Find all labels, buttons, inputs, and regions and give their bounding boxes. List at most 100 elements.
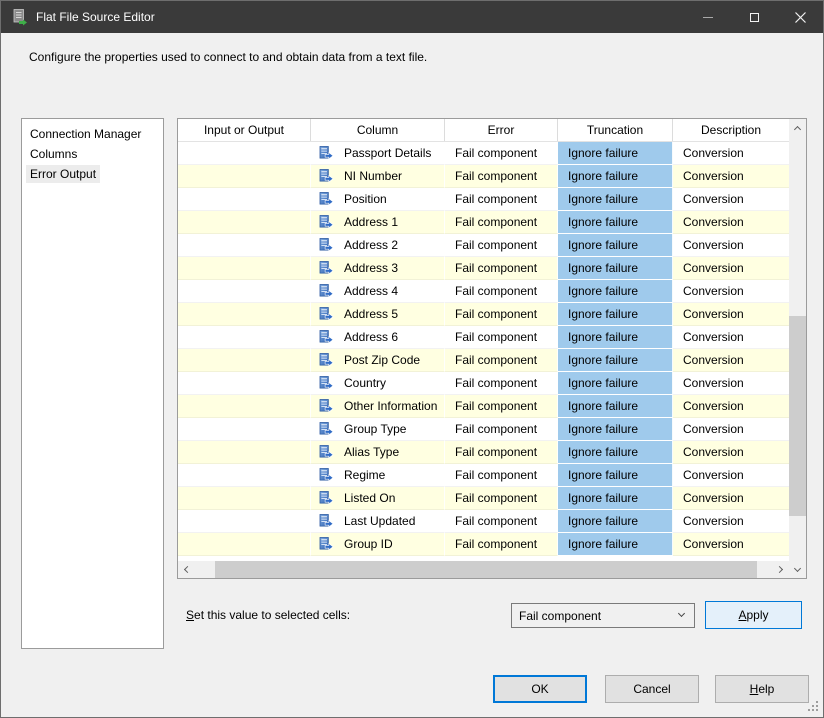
cell-error[interactable]: Fail component	[445, 142, 558, 165]
cell-truncation-selected[interactable]: Ignore failure	[558, 257, 673, 280]
cell-error[interactable]: Fail component	[445, 372, 558, 395]
cell-column[interactable]: Address 3	[311, 257, 445, 280]
scroll-left-button[interactable]	[178, 561, 195, 578]
cell-input-output[interactable]	[178, 464, 311, 487]
cell-description[interactable]: Conversion	[673, 533, 789, 556]
cell-truncation-selected[interactable]: Ignore failure	[558, 441, 673, 464]
cell-input-output[interactable]	[178, 326, 311, 349]
cell-truncation-selected[interactable]: Ignore failure	[558, 395, 673, 418]
cancel-button[interactable]: Cancel	[605, 675, 699, 703]
minimize-button[interactable]	[685, 1, 731, 33]
cell-column[interactable]: Group ID	[311, 533, 445, 556]
cell-description[interactable]: Conversion	[673, 464, 789, 487]
cell-column[interactable]: Address 5	[311, 303, 445, 326]
header-input-or-output[interactable]: Input or Output	[178, 119, 311, 141]
cell-truncation-selected[interactable]: Ignore failure	[558, 234, 673, 257]
cell-column[interactable]: Post Zip Code	[311, 349, 445, 372]
cell-truncation-selected[interactable]: Ignore failure	[558, 211, 673, 234]
cell-error[interactable]: Fail component	[445, 441, 558, 464]
cell-description[interactable]: Conversion	[673, 441, 789, 464]
cell-description[interactable]: Conversion	[673, 303, 789, 326]
cell-input-output[interactable]	[178, 487, 311, 510]
cell-truncation-selected[interactable]: Ignore failure	[558, 533, 673, 556]
cell-column[interactable]: Regime	[311, 464, 445, 487]
cell-column[interactable]: Country	[311, 372, 445, 395]
apply-button[interactable]: Apply	[705, 601, 802, 629]
cell-input-output[interactable]	[178, 280, 311, 303]
cell-error[interactable]: Fail component	[445, 395, 558, 418]
cell-input-output[interactable]	[178, 257, 311, 280]
vertical-scrollbar-thumb[interactable]	[789, 316, 806, 516]
cell-truncation-selected[interactable]: Ignore failure	[558, 303, 673, 326]
cell-input-output[interactable]	[178, 165, 311, 188]
cell-input-output[interactable]	[178, 372, 311, 395]
cell-column[interactable]: Address 1	[311, 211, 445, 234]
cell-description[interactable]: Conversion	[673, 188, 789, 211]
cell-truncation-selected[interactable]: Ignore failure	[558, 372, 673, 395]
cell-truncation-selected[interactable]: Ignore failure	[558, 464, 673, 487]
cell-truncation-selected[interactable]: Ignore failure	[558, 418, 673, 441]
cell-input-output[interactable]	[178, 395, 311, 418]
cell-description[interactable]: Conversion	[673, 372, 789, 395]
cell-description[interactable]: Conversion	[673, 349, 789, 372]
cell-column[interactable]: Address 4	[311, 280, 445, 303]
cell-error[interactable]: Fail component	[445, 464, 558, 487]
cell-column[interactable]: Alias Type	[311, 441, 445, 464]
cell-truncation-selected[interactable]: Ignore failure	[558, 188, 673, 211]
cell-error[interactable]: Fail component	[445, 326, 558, 349]
cell-truncation-selected[interactable]: Ignore failure	[558, 510, 673, 533]
cell-description[interactable]: Conversion	[673, 510, 789, 533]
cell-column[interactable]: Group Type	[311, 418, 445, 441]
cell-truncation-selected[interactable]: Ignore failure	[558, 165, 673, 188]
cell-column[interactable]: Address 2	[311, 234, 445, 257]
cell-input-output[interactable]	[178, 441, 311, 464]
cell-description[interactable]: Conversion	[673, 418, 789, 441]
cell-error[interactable]: Fail component	[445, 188, 558, 211]
cell-description[interactable]: Conversion	[673, 234, 789, 257]
cell-input-output[interactable]	[178, 234, 311, 257]
cell-description[interactable]: Conversion	[673, 487, 789, 510]
close-button[interactable]	[777, 1, 823, 33]
resize-grip-icon[interactable]	[808, 701, 818, 711]
cell-truncation-selected[interactable]: Ignore failure	[558, 142, 673, 165]
cell-column[interactable]: Address 6	[311, 326, 445, 349]
vertical-scrollbar[interactable]	[789, 119, 806, 578]
cell-error[interactable]: Fail component	[445, 533, 558, 556]
cell-error[interactable]: Fail component	[445, 257, 558, 280]
cell-description[interactable]: Conversion	[673, 211, 789, 234]
cell-column[interactable]: NI Number	[311, 165, 445, 188]
cell-error[interactable]: Fail component	[445, 487, 558, 510]
cell-input-output[interactable]	[178, 211, 311, 234]
cell-input-output[interactable]	[178, 510, 311, 533]
cell-input-output[interactable]	[178, 418, 311, 441]
cell-column[interactable]: Listed On	[311, 487, 445, 510]
cell-error[interactable]: Fail component	[445, 418, 558, 441]
horizontal-scrollbar[interactable]	[178, 561, 789, 578]
cell-truncation-selected[interactable]: Ignore failure	[558, 487, 673, 510]
horizontal-scrollbar-thumb[interactable]	[215, 561, 757, 578]
cell-error[interactable]: Fail component	[445, 234, 558, 257]
nav-item-error-output[interactable]: Error Output	[26, 165, 100, 183]
cell-error[interactable]: Fail component	[445, 303, 558, 326]
cell-input-output[interactable]	[178, 303, 311, 326]
cell-error[interactable]: Fail component	[445, 211, 558, 234]
cell-input-output[interactable]	[178, 188, 311, 211]
cell-truncation-selected[interactable]: Ignore failure	[558, 349, 673, 372]
cell-description[interactable]: Conversion	[673, 280, 789, 303]
cell-error[interactable]: Fail component	[445, 510, 558, 533]
cell-column[interactable]: Last Updated	[311, 510, 445, 533]
cell-truncation-selected[interactable]: Ignore failure	[558, 280, 673, 303]
cell-error[interactable]: Fail component	[445, 165, 558, 188]
scroll-up-button[interactable]	[789, 119, 806, 136]
cell-description[interactable]: Conversion	[673, 257, 789, 280]
ok-button[interactable]: OK	[493, 675, 587, 703]
cell-column[interactable]: Passport Details	[311, 142, 445, 165]
maximize-button[interactable]	[731, 1, 777, 33]
cell-description[interactable]: Conversion	[673, 142, 789, 165]
scroll-right-button[interactable]	[772, 561, 789, 578]
cell-error[interactable]: Fail component	[445, 280, 558, 303]
cell-description[interactable]: Conversion	[673, 326, 789, 349]
nav-item-columns[interactable]: Columns	[26, 145, 81, 163]
cell-input-output[interactable]	[178, 533, 311, 556]
header-description[interactable]: Description	[673, 119, 789, 141]
